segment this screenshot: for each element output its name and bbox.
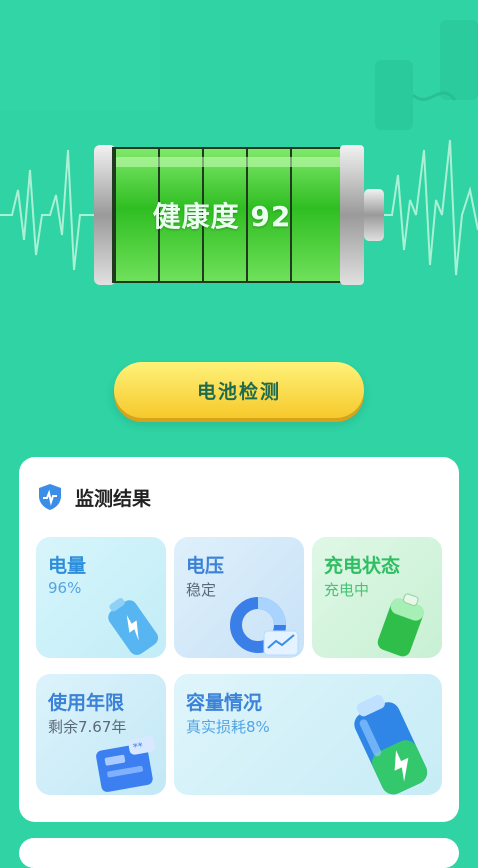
tile-value: 96% — [48, 579, 82, 597]
svg-text:**: ** — [132, 741, 144, 754]
results-header: 监测结果 — [37, 483, 151, 511]
tile-value: 充电中 — [324, 581, 370, 599]
results-card: 监测结果 电量 96% 电压 稳定 充电状态 充电中 使用年限 剩余7.67年 … — [19, 457, 459, 822]
results-title: 监测结果 — [75, 487, 152, 510]
tile-voltage[interactable]: 电压 稳定 — [174, 537, 304, 658]
tile-capacity[interactable]: 容量情况 真实损耗8% — [174, 674, 442, 795]
tile-value: 真实损耗8% — [186, 718, 270, 736]
tile-battery-level[interactable]: 电量 96% — [36, 537, 166, 658]
tile-title: 电量 — [48, 555, 87, 577]
waveform-right — [382, 139, 478, 276]
green-battery-icon — [377, 593, 424, 657]
tile-charging-status[interactable]: 充电状态 充电中 — [312, 537, 442, 658]
tile-title: 使用年限 — [48, 692, 125, 714]
next-card — [19, 838, 459, 868]
waveform-left — [0, 149, 96, 271]
health-score-label: 健康度 92 — [152, 200, 292, 233]
tile-service-life[interactable]: 使用年限 剩余7.67年 ** — [36, 674, 166, 795]
donut-chart-icon — [230, 597, 299, 656]
battery-graphic: 健康度 92 — [92, 143, 392, 288]
tile-title: 充电状态 — [324, 555, 401, 577]
tile-title: 电压 — [186, 555, 225, 577]
tile-title: 容量情况 — [186, 692, 263, 714]
battery-check-button[interactable]: 电池检测 — [114, 362, 364, 418]
big-battery-icon — [354, 695, 428, 795]
tile-value: 剩余7.67年 — [48, 718, 127, 736]
battery-charge-icon — [108, 598, 159, 655]
tile-value: 稳定 — [186, 581, 217, 599]
calendar-card-icon: ** — [96, 736, 156, 792]
shield-pulse-icon — [39, 484, 61, 510]
